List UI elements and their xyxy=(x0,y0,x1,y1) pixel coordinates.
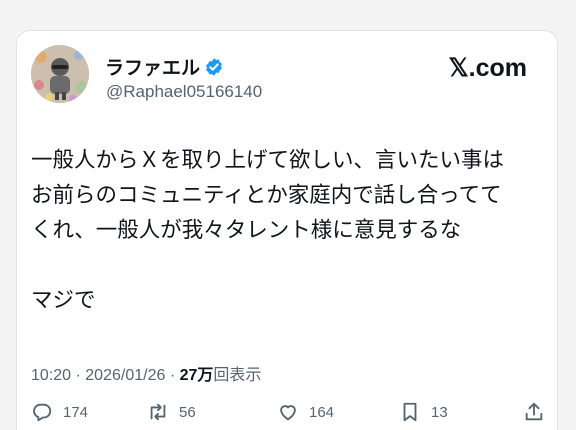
x-logo[interactable]: 𝕏.com xyxy=(449,53,528,83)
views-label: 回表示 xyxy=(213,367,262,384)
display-name-text: ラファエル xyxy=(105,57,201,79)
tweet-text: 一般人からＸを取り上げて欲しい、言いたい事は お前らのコミュニティとか家庭内で話… xyxy=(31,143,551,318)
action-bar: 174 56 164 13 xyxy=(17,401,559,430)
tweet-time[interactable]: 10:20 xyxy=(31,367,71,384)
avatar-image xyxy=(31,45,89,103)
tweet-date[interactable]: 2026/01/26 xyxy=(85,367,165,384)
tweet-text-line: くれ、一般人が我々タレント様に意見するな xyxy=(31,218,462,243)
like-button[interactable]: 164 xyxy=(277,401,334,423)
separator: · xyxy=(75,367,81,384)
reply-count: 174 xyxy=(63,403,89,421)
tweet-text-line: マジで xyxy=(31,288,96,313)
bookmark-count: 13 xyxy=(431,403,448,421)
verified-badge-icon xyxy=(206,58,222,76)
retweet-icon xyxy=(150,403,166,421)
tweet-metadata: 10:20 · 2026/01/26 · 27万回表示 xyxy=(31,361,261,385)
bookmark-icon xyxy=(403,402,417,422)
tweet-card[interactable]: ラファエル @Raphael05166140 𝕏.com 一般人からＸを取り上げ… xyxy=(16,30,558,430)
views-count: 27万 xyxy=(179,367,214,384)
retweet-count: 56 xyxy=(179,403,196,421)
like-count: 164 xyxy=(309,403,335,421)
display-name[interactable]: ラファエル xyxy=(105,53,224,80)
bookmark-button[interactable]: 13 xyxy=(399,401,448,423)
share-button[interactable] xyxy=(523,401,545,423)
reply-button[interactable]: 174 xyxy=(31,401,88,423)
reply-icon xyxy=(33,403,52,422)
screenshot: ラファエル @Raphael05166140 𝕏.com 一般人からＸを取り上げ… xyxy=(0,0,576,430)
share-icon xyxy=(525,402,543,421)
avatar[interactable] xyxy=(31,45,89,103)
separator: · xyxy=(169,367,176,384)
tweet-text-line: お前らのコミュニティとか家庭内で話し合ってて xyxy=(31,183,502,208)
tweet-text-line: 一般人からＸを取り上げて欲しい、言いたい事は xyxy=(31,148,505,173)
retweet-button[interactable]: 56 xyxy=(147,401,196,423)
user-handle[interactable]: @Raphael05166140 xyxy=(106,82,262,102)
heart-icon xyxy=(280,405,296,421)
